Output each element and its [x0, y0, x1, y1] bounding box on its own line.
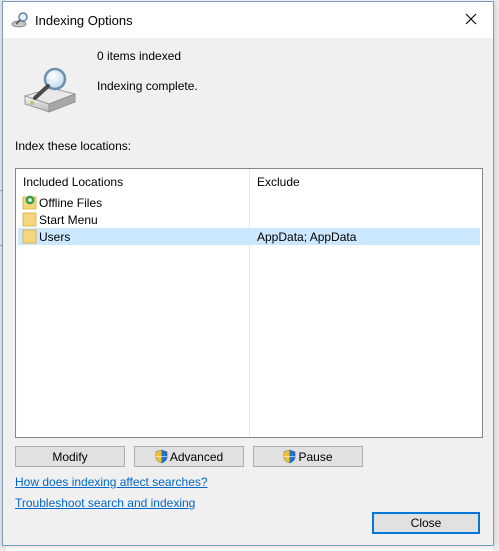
items-indexed-count: 0 items indexed — [97, 49, 182, 63]
column-header-included[interactable]: Included Locations — [23, 175, 123, 189]
window-title: Indexing Options — [35, 13, 133, 28]
folder-icon — [22, 229, 37, 244]
location-exclude: AppData; AppData — [257, 230, 357, 244]
folder-icon — [22, 212, 37, 227]
close-button[interactable]: Close — [372, 512, 480, 534]
close-window-button[interactable] — [451, 2, 491, 36]
advanced-button[interactable]: Advanced — [134, 446, 244, 467]
title-bar[interactable]: Indexing Options — [3, 2, 493, 38]
indexing-status: Indexing complete. — [97, 79, 198, 93]
how-indexing-affects-link[interactable]: How does indexing affect searches? — [15, 475, 208, 489]
locations-label: Index these locations: — [15, 139, 132, 153]
close-icon — [465, 13, 477, 25]
close-label: Close — [410, 516, 442, 530]
location-row-offline-files[interactable]: Offline Files — [18, 194, 480, 211]
troubleshoot-link[interactable]: Troubleshoot search and indexing — [15, 496, 195, 510]
modify-button[interactable]: Modify — [15, 446, 125, 467]
uac-shield-icon — [155, 449, 168, 464]
column-header-exclude[interactable]: Exclude — [257, 175, 300, 189]
locations-list[interactable]: Included Locations Exclude Offline Files… — [15, 168, 483, 438]
location-name: Start Menu — [39, 213, 98, 227]
location-name: Offline Files — [39, 196, 103, 210]
modify-label: Modify — [52, 449, 88, 464]
location-name: Users — [39, 230, 71, 244]
offline-folder-icon — [22, 195, 37, 210]
pause-button[interactable]: Pause — [253, 446, 363, 467]
advanced-label: Advanced — [169, 449, 224, 464]
indexing-magnifier-icon — [11, 12, 28, 28]
location-row-users[interactable]: Users AppData; AppData — [18, 228, 480, 245]
location-row-start-menu[interactable]: Start Menu — [18, 211, 480, 228]
uac-shield-icon — [284, 449, 296, 464]
indexing-drive-icon — [23, 67, 77, 113]
indexing-options-dialog: Indexing Options 0 items indexed Indexin… — [2, 1, 494, 546]
pause-label: Pause — [298, 449, 333, 464]
